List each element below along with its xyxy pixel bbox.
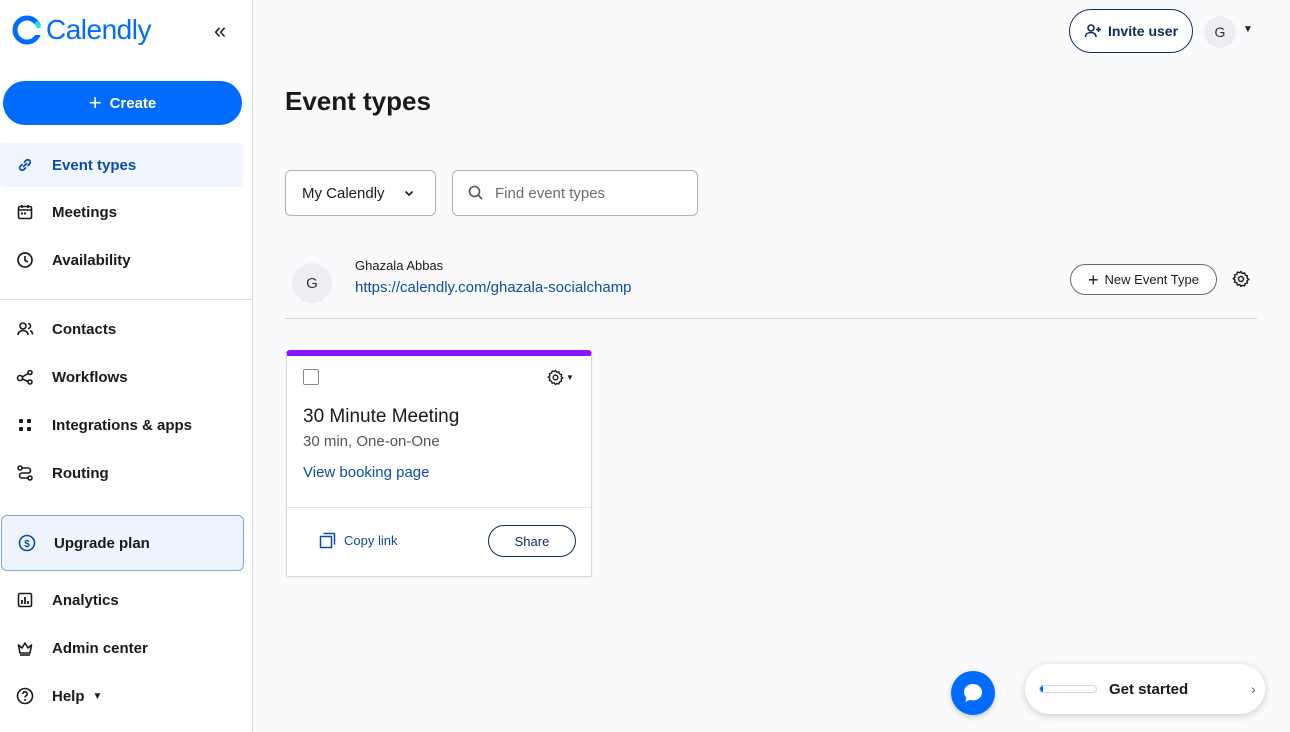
- calendar-icon: [17, 205, 33, 220]
- sidebar-item-label: Help: [52, 687, 85, 705]
- progress-fill: [1040, 686, 1043, 692]
- event-type-card: ▼ 30 Minute Meeting 30 min, One-on-One V…: [286, 350, 592, 577]
- gear-icon[interactable]: [1232, 270, 1250, 293]
- event-title: 30 Minute Meeting: [303, 406, 460, 427]
- sidebar-item-label: Event types: [52, 156, 137, 174]
- card-footer-divider: [287, 507, 591, 508]
- chat-bubble-icon: [964, 684, 982, 702]
- svg-text:$: $: [24, 539, 30, 550]
- collapse-sidebar-icon[interactable]: «: [214, 18, 226, 44]
- user-name: Ghazala Abbas: [355, 258, 444, 273]
- logo-text: Calendly: [46, 14, 151, 45]
- chevron-right-icon: ›: [1251, 681, 1256, 697]
- sidebar-item-label: Integrations & apps: [52, 416, 193, 434]
- routing-icon: [17, 465, 33, 481]
- calendly-logo[interactable]: Calendly: [12, 14, 151, 46]
- link-icon: [18, 158, 32, 172]
- copy-icon: [319, 532, 336, 549]
- clock-icon: [17, 252, 33, 268]
- analytics-icon: [17, 592, 33, 608]
- sidebar-item-label: Workflows: [52, 368, 128, 386]
- crown-icon: [17, 642, 33, 656]
- sidebar-item-analytics[interactable]: Analytics: [0, 578, 243, 622]
- upgrade-plan-button[interactable]: $ Upgrade plan: [1, 515, 244, 571]
- dollar-icon: $: [18, 534, 36, 552]
- search-box: [452, 170, 698, 216]
- chevron-down-icon: [404, 190, 413, 197]
- new-event-type-label: New Event Type: [1104, 272, 1199, 287]
- sidebar-item-label: Availability: [52, 251, 131, 269]
- get-started-widget[interactable]: Get started ›: [1025, 664, 1265, 714]
- sidebar-item-routing[interactable]: Routing: [0, 451, 243, 495]
- chat-button[interactable]: [951, 671, 995, 715]
- event-details: 30 min, One-on-One: [303, 433, 440, 450]
- calendar-select[interactable]: My Calendly: [285, 170, 436, 216]
- section-divider: [285, 318, 1257, 319]
- view-booking-page-link[interactable]: View booking page: [303, 464, 430, 481]
- workflow-icon: [16, 369, 33, 385]
- user-avatar: G: [292, 263, 332, 303]
- invite-user-label: Invite user: [1107, 23, 1179, 39]
- sidebar-item-label: Contacts: [52, 320, 117, 338]
- copy-link-label: Copy link: [344, 533, 398, 548]
- event-select-checkbox[interactable]: [303, 369, 319, 385]
- sidebar-divider: [0, 299, 252, 300]
- sidebar-item-availability[interactable]: Availability: [0, 238, 243, 282]
- sidebar-item-label: Analytics: [52, 591, 119, 609]
- search-input[interactable]: [495, 184, 685, 202]
- copy-link-button[interactable]: Copy link: [319, 532, 397, 549]
- sidebar-item-workflows[interactable]: Workflows: [0, 355, 243, 399]
- help-icon: [16, 687, 34, 705]
- user-scheduling-link[interactable]: https://calendly.com/ghazala-socialchamp: [355, 279, 632, 296]
- event-settings-menu[interactable]: ▼: [547, 369, 574, 386]
- sidebar-item-admin-center[interactable]: Admin center: [0, 626, 243, 670]
- sidebar-item-contacts[interactable]: Contacts: [0, 307, 243, 351]
- sidebar-item-label: Admin center: [52, 639, 148, 657]
- calendly-logo-icon: [12, 15, 42, 45]
- sidebar-item-help[interactable]: Help ▼: [0, 674, 243, 718]
- account-avatar[interactable]: G: [1204, 16, 1236, 48]
- account-menu-caret-icon[interactable]: ▼: [1243, 24, 1253, 35]
- invite-user-button[interactable]: Invite user: [1069, 9, 1193, 53]
- search-icon: [468, 185, 483, 200]
- chevron-down-icon: ▼: [92, 690, 103, 702]
- onboarding-progress-bar: [1039, 685, 1097, 693]
- sidebar-item-event-types[interactable]: Event types: [0, 143, 243, 187]
- sidebar-item-label: Meetings: [52, 203, 118, 221]
- sidebar-item-label: Routing: [52, 464, 109, 482]
- create-button[interactable]: + Create: [3, 81, 242, 125]
- plus-icon: +: [88, 90, 102, 115]
- upgrade-plan-label: Upgrade plan: [54, 534, 150, 552]
- chevron-down-icon: ▼: [566, 373, 574, 382]
- apps-grid-icon: [19, 419, 31, 431]
- share-button[interactable]: Share: [488, 525, 576, 557]
- add-user-icon: [1084, 24, 1101, 38]
- get-started-label: Get started: [1109, 680, 1189, 698]
- sidebar-item-meetings[interactable]: Meetings: [0, 190, 243, 234]
- plus-icon: +: [1088, 269, 1099, 290]
- gear-icon: [547, 369, 564, 386]
- new-event-type-button[interactable]: + New Event Type: [1070, 264, 1217, 295]
- page-title: Event types: [285, 86, 431, 116]
- sidebar: Calendly « + Create Event types Meetings…: [0, 0, 253, 732]
- sidebar-item-integrations[interactable]: Integrations & apps: [0, 403, 243, 447]
- calendar-select-value: My Calendly: [302, 184, 385, 202]
- create-label: Create: [109, 94, 157, 112]
- contacts-icon: [17, 322, 34, 336]
